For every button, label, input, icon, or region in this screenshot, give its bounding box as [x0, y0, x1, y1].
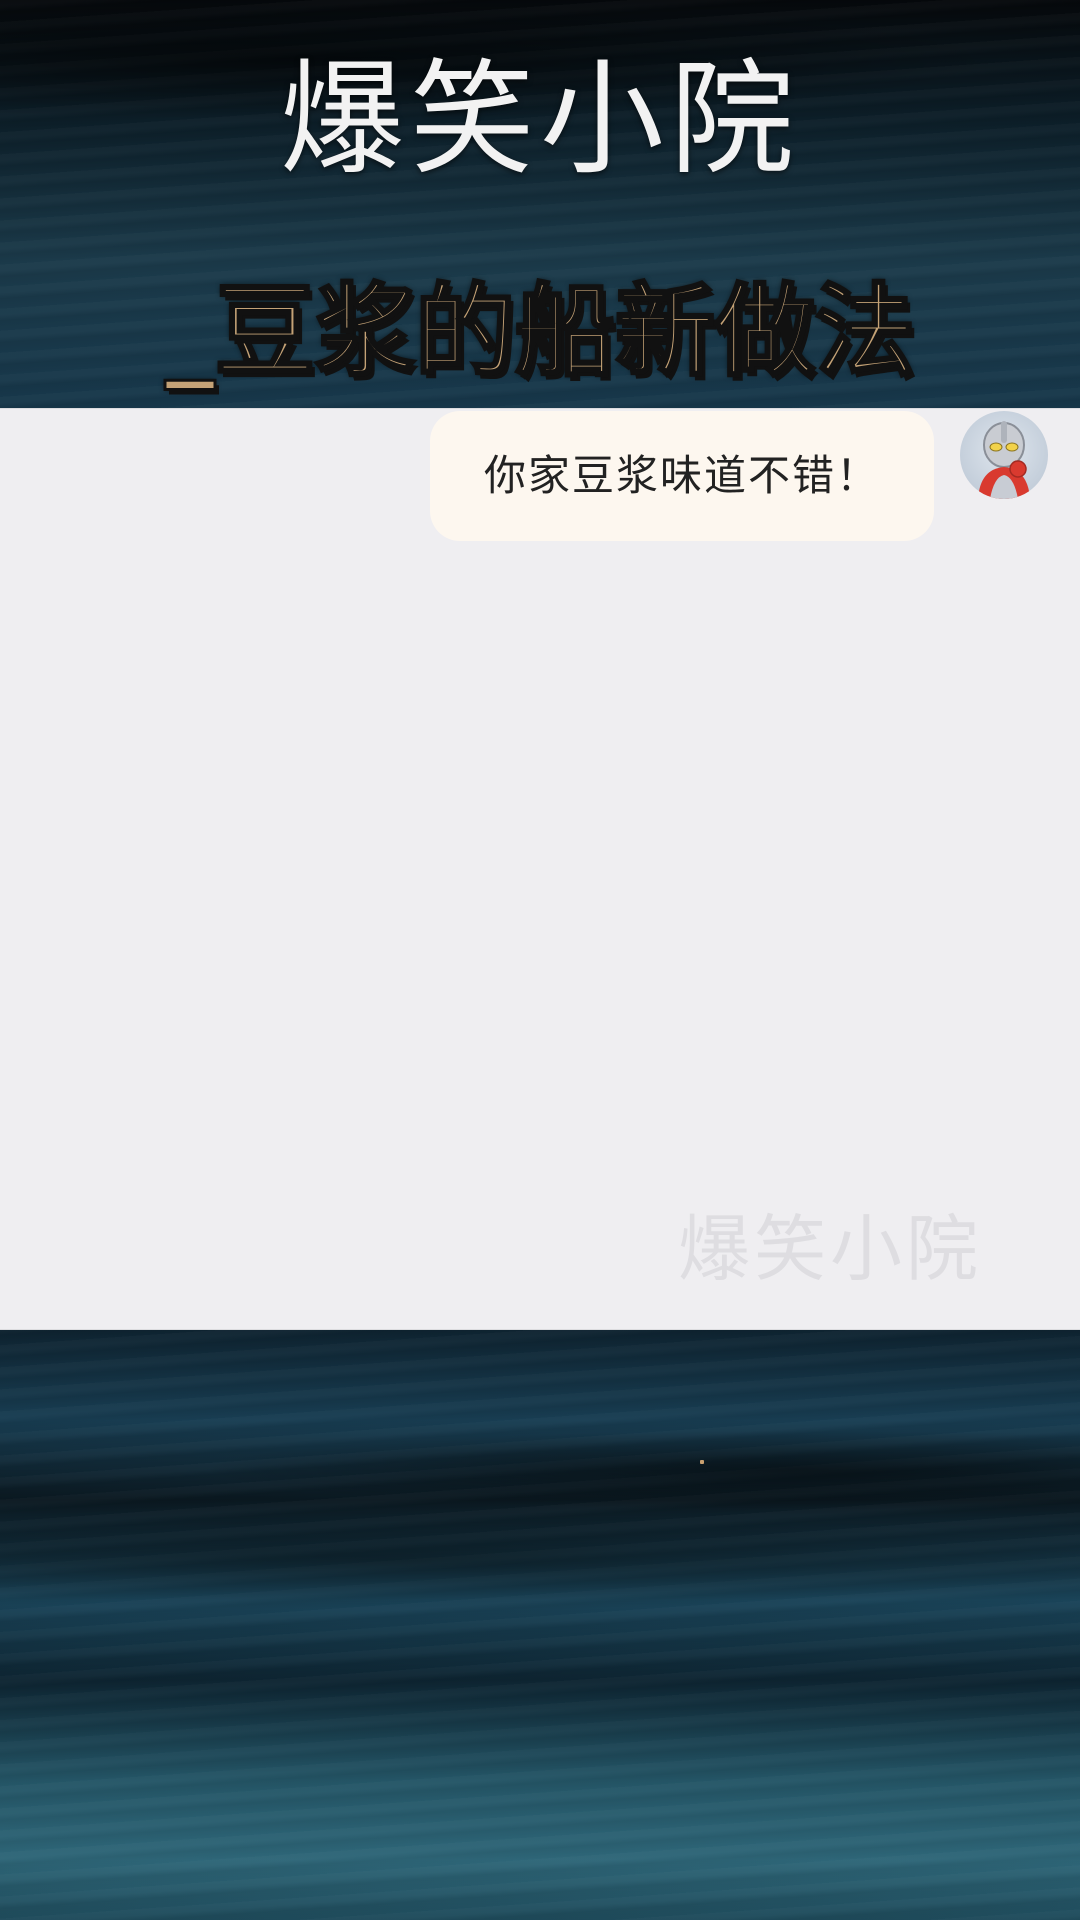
episode-title: _豆浆的船新做法: [164, 272, 917, 392]
ultraman-avatar-icon[interactable]: [960, 411, 1048, 499]
watermark: 爆笑小院: [678, 1207, 983, 1291]
chat-panel: 你家豆浆味道不错！ 爆笑小院: [0, 408, 1080, 1330]
message-bubble[interactable]: 你家豆浆味道不错！: [429, 411, 934, 541]
avatar-figure: [978, 421, 1030, 499]
chat-message-row: 你家豆浆味道不错！: [429, 411, 1048, 541]
dust-speck: [700, 1460, 704, 1464]
show-title: 爆笑小院: [279, 48, 800, 192]
